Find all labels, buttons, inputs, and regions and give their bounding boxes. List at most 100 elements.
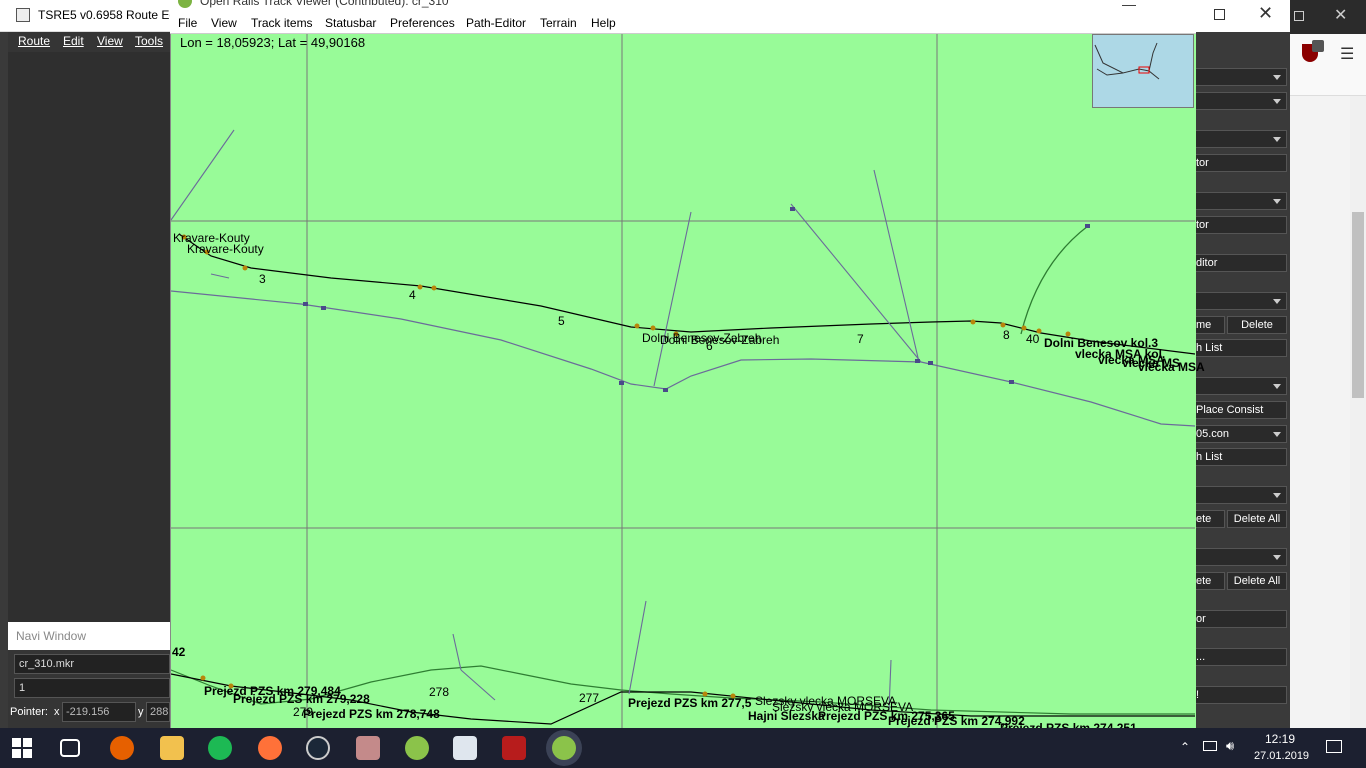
notifications-icon[interactable] <box>1326 740 1342 753</box>
editor-button-2[interactable]: or <box>1195 610 1287 628</box>
menu-help[interactable]: Help <box>591 16 616 30</box>
clock-date[interactable]: 27.01.2019 <box>1254 750 1309 762</box>
km-label: 40 <box>1026 332 1040 346</box>
right-dropdown-4[interactable] <box>1195 292 1287 310</box>
badge-count-icon <box>1312 40 1324 52</box>
close-icon[interactable]: ✕ <box>1258 3 1273 24</box>
openrails-active-icon[interactable] <box>552 736 576 760</box>
right-dropdown-6[interactable] <box>1195 486 1287 504</box>
pointer-y-label: y <box>138 706 144 718</box>
menu-path-editor[interactable]: Path-Editor <box>466 16 526 30</box>
track-map-canvas[interactable] <box>171 34 1195 728</box>
navi-number-field[interactable]: 1 <box>14 678 170 698</box>
delete-button-3[interactable]: ete <box>1195 572 1225 590</box>
tool-editor-button[interactable]: tor <box>1195 154 1287 172</box>
volume-icon[interactable]: 🔊︎ <box>1226 738 1234 754</box>
pointer-x-field[interactable]: -219.156 <box>62 702 136 722</box>
openrails-app-icon <box>178 0 192 8</box>
browser-toolbar: ☰ <box>1290 34 1366 96</box>
firefox-icon[interactable] <box>110 736 134 760</box>
steam-icon[interactable] <box>306 736 330 760</box>
path-list-button-2[interactable]: h List <box>1195 448 1287 466</box>
file-explorer-icon[interactable] <box>160 736 184 760</box>
right-field-1[interactable] <box>1195 92 1287 110</box>
menu-preferences[interactable]: Preferences <box>390 16 455 30</box>
menu-statusbar[interactable]: Statusbar <box>325 16 376 30</box>
minimap-svg <box>1094 42 1160 80</box>
km-label: 6 <box>706 339 713 353</box>
menu-file[interactable]: File <box>178 16 197 30</box>
delete-button[interactable]: Delete <box>1227 316 1287 334</box>
pointer-label: Pointer: <box>10 706 48 718</box>
km-label: 278 <box>429 685 450 699</box>
hamburger-menu-icon[interactable]: ☰ <box>1340 44 1354 64</box>
tsre-menubar: Route Edit View Tools <box>8 32 170 52</box>
settings64-icon[interactable] <box>502 736 526 760</box>
menu-edit[interactable]: Edit <box>63 34 84 48</box>
clock-time[interactable]: 12:19 <box>1254 732 1306 746</box>
tsre-app-icon <box>16 8 30 22</box>
station-label: Kravare-Kouty <box>187 242 264 256</box>
path-list-button[interactable]: h List <box>1195 339 1287 357</box>
siding-label: vlecka MSA <box>1138 360 1205 374</box>
browser-tabbar: ✕ <box>1290 0 1366 34</box>
menu-route[interactable]: Route <box>18 34 50 48</box>
right-dropdown-2[interactable] <box>1195 130 1287 148</box>
km-label: 7 <box>857 332 864 346</box>
more-button[interactable]: ... <box>1195 648 1287 666</box>
delete-button-2[interactable]: ete <box>1195 510 1225 528</box>
spotify-icon[interactable] <box>208 736 232 760</box>
tsre-right-panel: tor tor ditor me Delete h List Place Con… <box>1195 60 1290 728</box>
navi-window-title: Navi Window <box>8 622 170 650</box>
or-titlebar[interactable]: Open Rails Track Viewer (Contributed): c… <box>170 0 1196 12</box>
menu-view[interactable]: View <box>97 34 123 48</box>
consist-dropdown[interactable]: 05.con <box>1195 425 1287 443</box>
minimize-icon[interactable]: — <box>1122 0 1136 12</box>
right-dropdown-5[interactable] <box>1195 377 1287 395</box>
menu-tools[interactable]: Tools <box>135 34 163 48</box>
tray-chevron-icon[interactable]: ⌃ <box>1180 740 1190 754</box>
crossing-label: Prejezd PZS km 274,251 <box>1000 721 1137 728</box>
km-label: 3 <box>259 272 266 286</box>
action-button[interactable]: ! <box>1195 686 1287 704</box>
tsre-left-panel <box>8 52 170 622</box>
network-icon[interactable] <box>1203 741 1217 751</box>
right-dropdown-1[interactable] <box>1195 68 1287 86</box>
km-label: 8 <box>1003 328 1010 342</box>
name-button[interactable]: me <box>1195 316 1225 334</box>
browser-scrollbar[interactable] <box>1350 96 1366 728</box>
route-file-field[interactable]: cr_310.mkr <box>14 654 170 674</box>
pointer-y-field[interactable]: 288 <box>146 702 170 722</box>
right-dropdown-7[interactable] <box>1195 548 1287 566</box>
km-label: 42 <box>172 645 186 659</box>
km-label: 277 <box>579 691 600 705</box>
place-consist-button[interactable]: Place Consist <box>1195 401 1287 419</box>
close-icon[interactable]: ✕ <box>1334 5 1347 25</box>
overview-minimap[interactable] <box>1092 34 1194 108</box>
editor-button[interactable]: ditor <box>1195 254 1287 272</box>
windows-taskbar <box>0 728 1366 768</box>
or-menubar: File View Track items Statusbar Preferen… <box>170 12 1196 34</box>
lon-lat-readout: Lon = 18,05923; Lat = 49,90168 <box>180 35 366 50</box>
window-app-icon[interactable] <box>453 736 477 760</box>
delete-all-button[interactable]: Delete All <box>1227 510 1287 528</box>
windows-start-icon[interactable] <box>12 738 32 758</box>
delete-all-button-2[interactable]: Delete All <box>1227 572 1287 590</box>
km-label: 4 <box>409 288 416 302</box>
tool-editor-button-2[interactable]: tor <box>1195 216 1287 234</box>
menu-terrain[interactable]: Terrain <box>540 16 577 30</box>
creature-icon[interactable] <box>356 736 380 760</box>
tsre-window-title: TSRE5 v0.6958 Route Edit <box>38 8 183 22</box>
browser-scroll-thumb[interactable] <box>1352 212 1364 398</box>
menu-view[interactable]: View <box>211 16 237 30</box>
restore-icon[interactable] <box>1294 11 1304 21</box>
firefox-alt-icon[interactable] <box>258 736 282 760</box>
openrails-icon[interactable] <box>405 736 429 760</box>
task-view-icon[interactable] <box>60 739 80 757</box>
crossing-label: Prejezd PZS km 278,748 <box>303 707 440 721</box>
menu-track-items[interactable]: Track items <box>251 16 313 30</box>
right-dropdown-3[interactable] <box>1195 192 1287 210</box>
pointer-x-label: x <box>54 706 60 718</box>
crossing-label: Prejezd PZS km 279,228 <box>233 692 370 706</box>
maximize-icon[interactable] <box>1214 9 1225 20</box>
